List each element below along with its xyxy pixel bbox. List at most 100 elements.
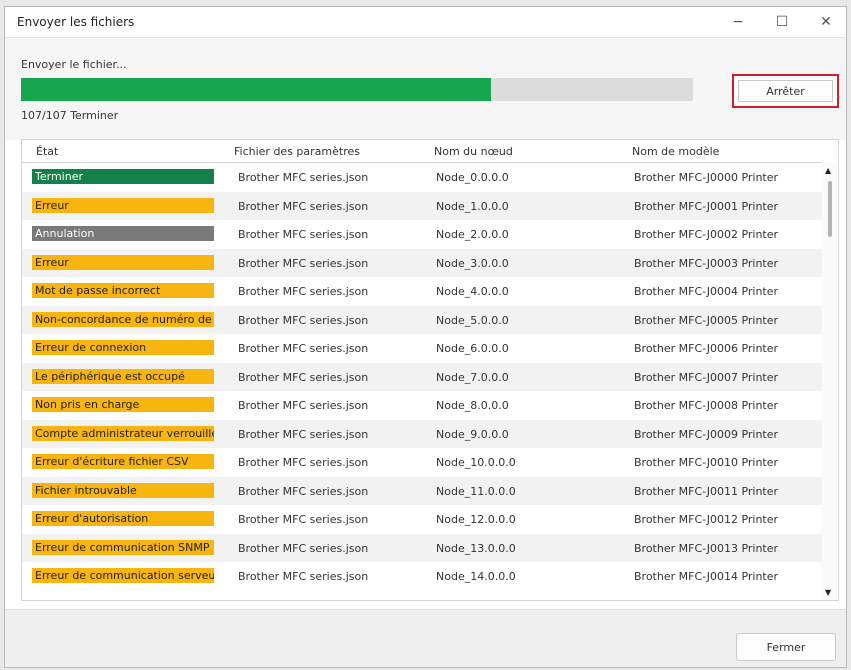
status-badge: Erreur [32,197,214,213]
table-row[interactable]: Erreur de connexion Brother MFC series.js… [22,334,822,363]
table-scrollbar[interactable]: ▲ ▼ [822,163,838,600]
status-badge: Erreur de connexion [32,340,214,355]
dialog-footer: Fermer [5,609,846,667]
scroll-thumb[interactable] [828,181,832,237]
table-row[interactable]: Erreur Brother MFC series.json Node_1.0.0.… [22,191,822,220]
node-name-cell: Node_2.0.0.0 [436,228,509,241]
settings-file-cell: Brother MFC series.json [238,313,369,327]
close-button[interactable]: Fermer [736,633,836,661]
settings-file-cell: Brother MFC series.json [238,199,369,213]
node-name-cell: Node_13.0.0.0 [436,541,516,555]
table-row[interactable]: Erreur de communication serveur Brother M… [22,562,822,591]
column-header-status[interactable]: État [36,145,58,158]
node-name-cell: Node_0.0.0.0 [436,171,509,184]
model-name-cell: Brother MFC-J0006 Printer [634,342,779,355]
maximize-button[interactable]: ☐ [760,7,804,37]
table-row[interactable]: Erreur d'écriture fichier CSV Brother MFC… [22,448,822,477]
model-name-cell: Brother MFC-J0013 Printer [634,541,779,555]
settings-file-cell: Brother MFC series.json [238,513,369,526]
status-badge: Erreur [32,254,214,270]
node-name-cell: Node_11.0.0.0 [436,484,516,498]
settings-file-cell: Brother MFC series.json [238,256,369,270]
table-row[interactable]: Fichier introuvable Brother MFC series.js… [22,476,822,505]
table-row[interactable]: Non-concordance de numéro de Brother MFC … [22,305,822,334]
node-name-cell: Node_6.0.0.0 [436,342,509,355]
settings-file-cell: Brother MFC series.json [238,285,369,298]
upload-progress-bar [21,78,693,101]
model-name-cell: Brother MFC-J0002 Printer [634,228,779,241]
status-badge: Terminer [32,169,214,184]
model-name-cell: Brother MFC-J0001 Printer [634,199,779,213]
status-badge: Le périphérique est occupé [32,368,214,384]
settings-file-cell: Brother MFC series.json [238,228,369,241]
model-name-cell: Brother MFC-J0009 Printer [634,427,779,441]
upload-status-label: Envoyer le fichier... [21,58,127,71]
status-badge: Mot de passe incorrect [32,283,214,298]
settings-file-cell: Brother MFC series.json [238,399,369,412]
node-name-cell: Node_9.0.0.0 [436,427,509,441]
settings-file-cell: Brother MFC series.json [238,570,369,583]
stop-button[interactable]: Arrêter [738,80,833,102]
table-row[interactable]: Terminer Brother MFC series.json Node_0.0.… [22,163,822,192]
settings-file-cell: Brother MFC series.json [238,456,369,469]
table-row[interactable]: Mot de passe incorrect Brother MFC series… [22,277,822,306]
upload-status-panel: Envoyer le fichier... Arrêter 107/107 Te… [5,37,846,140]
node-name-cell: Node_7.0.0.0 [436,370,509,384]
settings-file-cell: Brother MFC series.json [238,171,369,184]
close-window-button[interactable]: ✕ [804,7,848,37]
status-badge: Erreur d'autorisation [32,511,214,526]
model-name-cell: Brother MFC-J0004 Printer [634,285,779,298]
settings-file-cell: Brother MFC series.json [238,541,369,555]
table-row[interactable]: Erreur Brother MFC series.json Node_3.0.0.… [22,248,822,277]
status-badge: Compte administrateur verrouillé [32,425,214,441]
scroll-up-arrow-icon[interactable]: ▲ [825,166,831,175]
node-name-cell: Node_8.0.0.0 [436,399,509,412]
model-name-cell: Brother MFC-J0003 Printer [634,256,779,270]
settings-file-cell: Brother MFC series.json [238,370,369,384]
status-badge: Erreur de communication serveur [32,568,214,583]
minimize-button[interactable]: − [716,7,760,37]
progress-count: 107/107 Terminer [21,109,119,122]
progress-fill [21,78,492,101]
status-badge: Annulation [32,226,214,241]
table-row[interactable]: Compte administrateur verrouillé Brother … [22,419,822,448]
settings-file-cell: Brother MFC series.json [238,427,369,441]
node-name-cell: Node_1.0.0.0 [436,199,509,213]
model-name-cell: Brother MFC-J0000 Printer [634,171,779,184]
table-row[interactable]: Erreur d'autorisation Brother MFC series.… [22,505,822,534]
title-bar: Envoyer les fichiers − ☐ ✕ [5,7,846,37]
table-row[interactable]: Annulation Brother MFC series.json Node_2.… [22,220,822,249]
status-badge: Erreur de communication SNMP [32,539,214,555]
node-name-cell: Node_3.0.0.0 [436,256,509,270]
status-badge: Fichier introuvable [32,482,214,498]
table-row[interactable]: Le périphérique est occupé Brother MFC se… [22,362,822,391]
send-files-window: Envoyer les fichiers − ☐ ✕ Envoyer le fi… [4,6,847,668]
status-badge: Erreur d'écriture fichier CSV [32,454,214,469]
node-name-cell: Node_12.0.0.0 [436,513,516,526]
table-row[interactable]: Erreur de communication SNMP Brother MFC … [22,533,822,562]
status-badge: Non pris en charge [32,397,214,412]
node-name-cell: Node_4.0.0.0 [436,285,509,298]
stop-button-highlight: Arrêter [732,74,839,108]
node-name-cell: Node_5.0.0.0 [436,313,509,327]
table-body: Terminer Brother MFC series.json Node_0.0.… [22,163,822,591]
table-row[interactable]: Non pris en charge Brother MFC series.jso… [22,391,822,420]
window-title: Envoyer les fichiers [17,15,135,29]
column-header-model-name[interactable]: Nom de modèle [632,145,719,158]
settings-file-cell: Brother MFC series.json [238,484,369,498]
model-name-cell: Brother MFC-J0014 Printer [634,570,779,583]
settings-file-cell: Brother MFC series.json [238,342,369,355]
column-header-settings-file[interactable]: Fichier des paramètres [234,145,360,158]
node-name-cell: Node_10.0.0.0 [436,456,516,469]
model-name-cell: Brother MFC-J0010 Printer [634,456,779,469]
model-name-cell: Brother MFC-J0007 Printer [634,370,779,384]
node-name-cell: Node_14.0.0.0 [436,570,516,583]
model-name-cell: Brother MFC-J0008 Printer [634,399,779,412]
scroll-down-arrow-icon[interactable]: ▼ [825,588,831,597]
model-name-cell: Brother MFC-J0005 Printer [634,313,779,327]
column-header-node-name[interactable]: Nom du nœud [434,145,513,158]
table-header: État Fichier des paramètres Nom du nœud … [22,140,822,163]
status-badge: Non-concordance de numéro de [32,311,214,327]
results-table: État Fichier des paramètres Nom du nœud … [21,139,839,601]
model-name-cell: Brother MFC-J0011 Printer [634,484,779,498]
